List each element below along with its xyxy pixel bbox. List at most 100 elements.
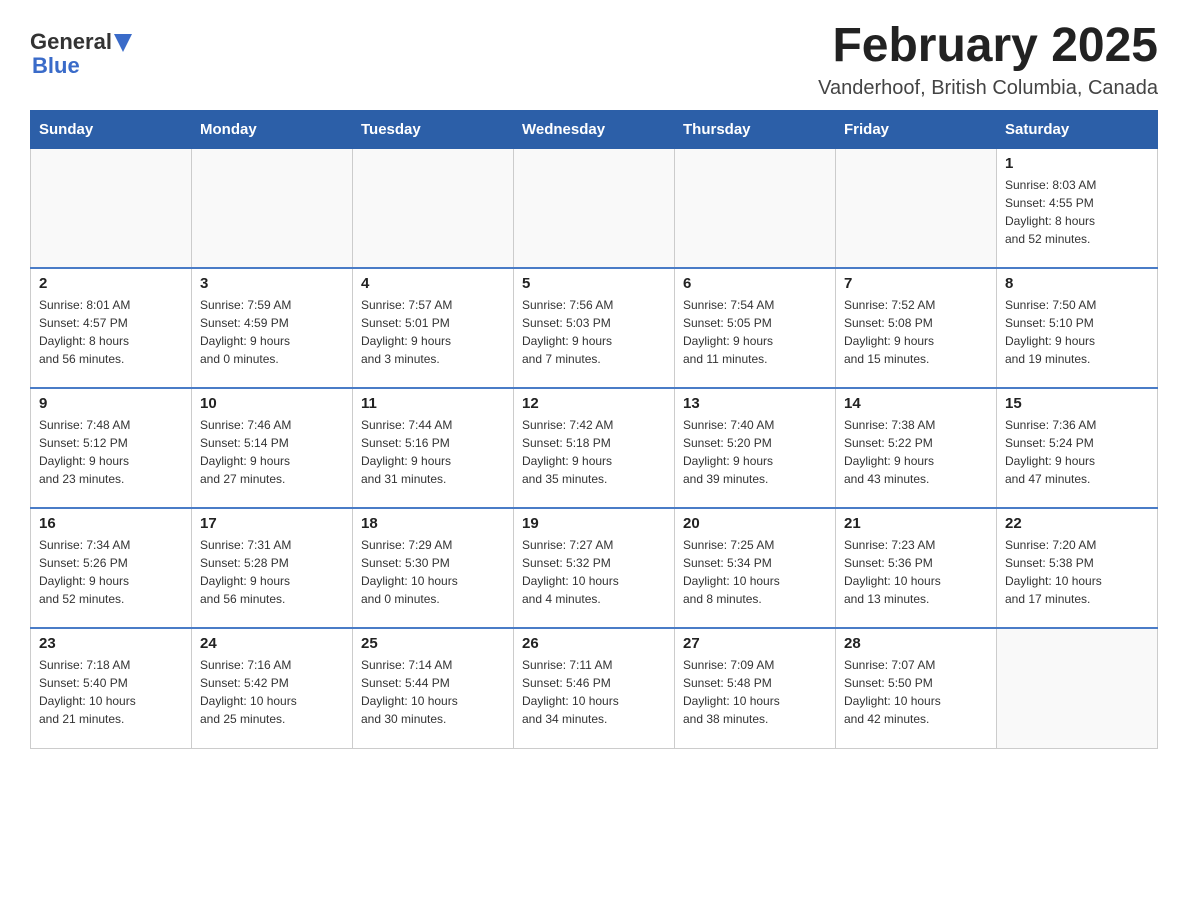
- page-subtitle: Vanderhoof, British Columbia, Canada: [818, 77, 1158, 100]
- day-info: Sunrise: 7:34 AMSunset: 5:26 PMDaylight:…: [39, 536, 183, 608]
- page-header: General Blue February 2025 Vanderhoof, B…: [30, 20, 1158, 100]
- day-info: Sunrise: 7:27 AMSunset: 5:32 PMDaylight:…: [522, 536, 666, 608]
- day-number: 17: [200, 515, 344, 532]
- day-cell: 16 Sunrise: 7:34 AMSunset: 5:26 PMDayligh…: [31, 508, 192, 628]
- day-header-monday: Monday: [192, 110, 353, 148]
- day-cell: 12 Sunrise: 7:42 AMSunset: 5:18 PMDayligh…: [514, 388, 675, 508]
- day-cell: 1 Sunrise: 8:03 AMSunset: 4:55 PMDaylight…: [997, 148, 1158, 268]
- day-cell: [31, 148, 192, 268]
- day-info: Sunrise: 7:57 AMSunset: 5:01 PMDaylight:…: [361, 296, 505, 368]
- day-cell: 15 Sunrise: 7:36 AMSunset: 5:24 PMDayligh…: [997, 388, 1158, 508]
- day-number: 22: [1005, 515, 1149, 532]
- day-cell: 19 Sunrise: 7:27 AMSunset: 5:32 PMDayligh…: [514, 508, 675, 628]
- day-number: 16: [39, 515, 183, 532]
- day-number: 26: [522, 635, 666, 652]
- day-info: Sunrise: 7:52 AMSunset: 5:08 PMDaylight:…: [844, 296, 988, 368]
- day-cell: 9 Sunrise: 7:48 AMSunset: 5:12 PMDaylight…: [31, 388, 192, 508]
- day-cell: 25Sunrise: 7:14 AMSunset: 5:44 PMDayligh…: [353, 628, 514, 748]
- calendar-table: SundayMondayTuesdayWednesdayThursdayFrid…: [30, 110, 1158, 749]
- day-info: Sunrise: 7:40 AMSunset: 5:20 PMDaylight:…: [683, 416, 827, 488]
- day-cell: 8 Sunrise: 7:50 AMSunset: 5:10 PMDaylight…: [997, 268, 1158, 388]
- day-number: 25: [361, 635, 505, 652]
- day-info: Sunrise: 7:11 AMSunset: 5:46 PMDaylight:…: [522, 656, 666, 728]
- day-header-sunday: Sunday: [31, 110, 192, 148]
- week-row-4: 16 Sunrise: 7:34 AMSunset: 5:26 PMDayligh…: [31, 508, 1158, 628]
- day-number: 18: [361, 515, 505, 532]
- day-info: Sunrise: 7:36 AMSunset: 5:24 PMDaylight:…: [1005, 416, 1149, 488]
- day-number: 3: [200, 275, 344, 292]
- day-number: 8: [1005, 275, 1149, 292]
- day-cell: 4 Sunrise: 7:57 AMSunset: 5:01 PMDaylight…: [353, 268, 514, 388]
- day-info: Sunrise: 7:25 AMSunset: 5:34 PMDaylight:…: [683, 536, 827, 608]
- day-header-wednesday: Wednesday: [514, 110, 675, 148]
- day-number: 2: [39, 275, 183, 292]
- day-cell: 14 Sunrise: 7:38 AMSunset: 5:22 PMDayligh…: [836, 388, 997, 508]
- day-info: Sunrise: 8:03 AMSunset: 4:55 PMDaylight:…: [1005, 176, 1149, 248]
- day-header-friday: Friday: [836, 110, 997, 148]
- day-cell: 11 Sunrise: 7:44 AMSunset: 5:16 PMDayligh…: [353, 388, 514, 508]
- week-row-1: 1 Sunrise: 8:03 AMSunset: 4:55 PMDaylight…: [31, 148, 1158, 268]
- day-number: 10: [200, 395, 344, 412]
- day-number: 15: [1005, 395, 1149, 412]
- day-number: 24: [200, 635, 344, 652]
- day-info: Sunrise: 7:07 AMSunset: 5:50 PMDaylight:…: [844, 656, 988, 728]
- day-info: Sunrise: 7:59 AMSunset: 4:59 PMDaylight:…: [200, 296, 344, 368]
- day-cell: 24 Sunrise: 7:16 AMSunset: 5:42 PMDayligh…: [192, 628, 353, 748]
- day-cell: 28Sunrise: 7:07 AMSunset: 5:50 PMDayligh…: [836, 628, 997, 748]
- day-cell: [192, 148, 353, 268]
- calendar-header: SundayMondayTuesdayWednesdayThursdayFrid…: [31, 110, 1158, 148]
- day-info: Sunrise: 7:31 AMSunset: 5:28 PMDaylight:…: [200, 536, 344, 608]
- week-row-3: 9 Sunrise: 7:48 AMSunset: 5:12 PMDaylight…: [31, 388, 1158, 508]
- day-number: 23: [39, 635, 183, 652]
- day-number: 7: [844, 275, 988, 292]
- days-of-week-row: SundayMondayTuesdayWednesdayThursdayFrid…: [31, 110, 1158, 148]
- day-cell: 5Sunrise: 7:56 AMSunset: 5:03 PMDaylight…: [514, 268, 675, 388]
- day-info: Sunrise: 8:01 AMSunset: 4:57 PMDaylight:…: [39, 296, 183, 368]
- calendar-body: 1 Sunrise: 8:03 AMSunset: 4:55 PMDaylight…: [31, 148, 1158, 748]
- day-number: 9: [39, 395, 183, 412]
- day-cell: 7 Sunrise: 7:52 AMSunset: 5:08 PMDaylight…: [836, 268, 997, 388]
- day-cell: 23Sunrise: 7:18 AMSunset: 5:40 PMDayligh…: [31, 628, 192, 748]
- title-section: February 2025 Vanderhoof, British Columb…: [818, 20, 1158, 100]
- week-row-5: 23Sunrise: 7:18 AMSunset: 5:40 PMDayligh…: [31, 628, 1158, 748]
- day-info: Sunrise: 7:16 AMSunset: 5:42 PMDaylight:…: [200, 656, 344, 728]
- day-cell: [675, 148, 836, 268]
- day-cell: 21Sunrise: 7:23 AMSunset: 5:36 PMDayligh…: [836, 508, 997, 628]
- day-header-thursday: Thursday: [675, 110, 836, 148]
- day-cell: 10 Sunrise: 7:46 AMSunset: 5:14 PMDayligh…: [192, 388, 353, 508]
- day-info: Sunrise: 7:56 AMSunset: 5:03 PMDaylight:…: [522, 296, 666, 368]
- day-cell: 13Sunrise: 7:40 AMSunset: 5:20 PMDayligh…: [675, 388, 836, 508]
- day-number: 1: [1005, 155, 1149, 172]
- page-title: February 2025: [818, 20, 1158, 73]
- day-cell: 17 Sunrise: 7:31 AMSunset: 5:28 PMDayligh…: [192, 508, 353, 628]
- day-number: 6: [683, 275, 827, 292]
- day-cell: 3 Sunrise: 7:59 AMSunset: 4:59 PMDaylight…: [192, 268, 353, 388]
- day-info: Sunrise: 7:23 AMSunset: 5:36 PMDaylight:…: [844, 536, 988, 608]
- day-cell: 6Sunrise: 7:54 AMSunset: 5:05 PMDaylight…: [675, 268, 836, 388]
- day-info: Sunrise: 7:50 AMSunset: 5:10 PMDaylight:…: [1005, 296, 1149, 368]
- day-cell: [997, 628, 1158, 748]
- day-header-saturday: Saturday: [997, 110, 1158, 148]
- day-cell: 18 Sunrise: 7:29 AMSunset: 5:30 PMDayligh…: [353, 508, 514, 628]
- day-info: Sunrise: 7:42 AMSunset: 5:18 PMDaylight:…: [522, 416, 666, 488]
- day-number: 4: [361, 275, 505, 292]
- day-info: Sunrise: 7:38 AMSunset: 5:22 PMDaylight:…: [844, 416, 988, 488]
- day-cell: 27Sunrise: 7:09 AMSunset: 5:48 PMDayligh…: [675, 628, 836, 748]
- day-cell: 2 Sunrise: 8:01 AMSunset: 4:57 PMDaylight…: [31, 268, 192, 388]
- day-info: Sunrise: 7:44 AMSunset: 5:16 PMDaylight:…: [361, 416, 505, 488]
- day-info: Sunrise: 7:29 AMSunset: 5:30 PMDaylight:…: [361, 536, 505, 608]
- day-cell: [353, 148, 514, 268]
- day-cell: 26 Sunrise: 7:11 AMSunset: 5:46 PMDayligh…: [514, 628, 675, 748]
- logo-arrow-icon: [114, 34, 132, 52]
- day-number: 20: [683, 515, 827, 532]
- day-header-tuesday: Tuesday: [353, 110, 514, 148]
- day-number: 11: [361, 395, 505, 412]
- day-number: 14: [844, 395, 988, 412]
- day-info: Sunrise: 7:09 AMSunset: 5:48 PMDaylight:…: [683, 656, 827, 728]
- week-row-2: 2 Sunrise: 8:01 AMSunset: 4:57 PMDaylight…: [31, 268, 1158, 388]
- day-number: 12: [522, 395, 666, 412]
- day-info: Sunrise: 7:46 AMSunset: 5:14 PMDaylight:…: [200, 416, 344, 488]
- logo-text-general: General: [30, 30, 112, 54]
- day-number: 19: [522, 515, 666, 532]
- day-info: Sunrise: 7:48 AMSunset: 5:12 PMDaylight:…: [39, 416, 183, 488]
